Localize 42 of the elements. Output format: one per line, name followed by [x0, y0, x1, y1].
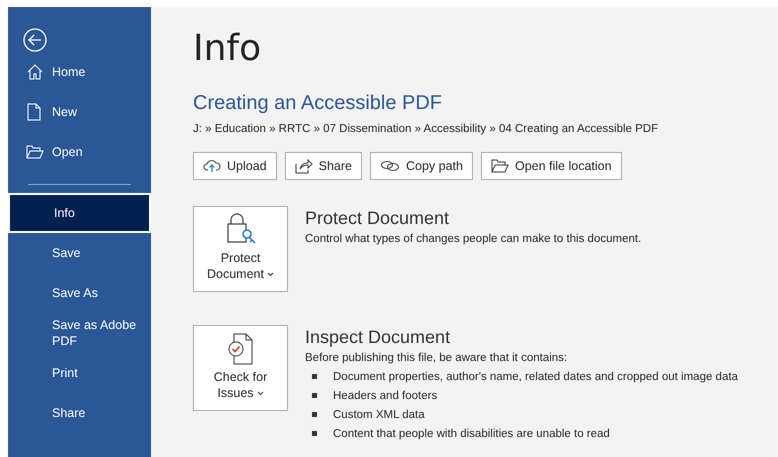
document-check-icon — [226, 333, 256, 365]
page-title: Info — [193, 27, 262, 71]
link-icon — [380, 160, 400, 172]
page-icon — [26, 103, 42, 121]
bullet-icon — [312, 393, 317, 398]
bullet-icon — [312, 431, 317, 436]
section-button[interactable]: Check for Issues — [193, 325, 288, 411]
action-button[interactable]: Copy path — [370, 152, 473, 180]
section-title: Inspect Document — [305, 327, 452, 348]
nav-item[interactable]: Home — [8, 52, 151, 92]
action-button[interactable]: Share — [284, 152, 362, 180]
section-button[interactable]: Protect Document — [193, 206, 288, 292]
nav-item[interactable]: Info — [8, 193, 151, 233]
nav-item[interactable]: Open — [8, 132, 151, 172]
nav-item[interactable]: Share — [8, 393, 151, 433]
section-title: Protect Document — [305, 208, 450, 229]
caret-icon — [266, 272, 274, 276]
back-icon[interactable] — [23, 28, 47, 52]
list-item: Headers and footers — [333, 390, 438, 402]
action-button[interactable]: Upload — [193, 152, 277, 180]
list-item: Content that people with disabilities are unable to read — [333, 428, 610, 440]
section-description: Before publishing this file, be aware that it contains: — [305, 352, 568, 364]
document-title: Creating an Accessible PDF — [193, 92, 444, 115]
home-icon — [26, 63, 44, 81]
nav-item[interactable]: Print — [8, 353, 151, 393]
bullet-icon — [312, 374, 317, 379]
nav-item[interactable]: Save As — [8, 273, 151, 313]
nav-item[interactable]: Save — [8, 233, 151, 273]
section-description: Control what types of changes people can make to this document. — [305, 233, 642, 245]
nav-item[interactable]: Save as Adobe PDF — [8, 313, 151, 353]
file-path: J: » Education » RRTC » 07 Dissemination » Accessibility » 04 Creating an Accessible PDF — [193, 123, 660, 135]
list-item: Document properties, author's name, related dates and cropped out image data — [333, 370, 738, 382]
folder-icon — [490, 159, 509, 173]
nav-item[interactable]: New — [8, 92, 151, 132]
action-button[interactable]: Open file location — [480, 152, 622, 180]
lock-key-icon — [224, 212, 256, 246]
list-item: Custom XML data — [333, 408, 425, 420]
caret-icon — [256, 390, 264, 396]
bullet-icon — [312, 412, 317, 417]
cloud-upload-icon — [203, 159, 221, 173]
folder-icon — [26, 145, 44, 159]
share-icon — [294, 158, 313, 174]
